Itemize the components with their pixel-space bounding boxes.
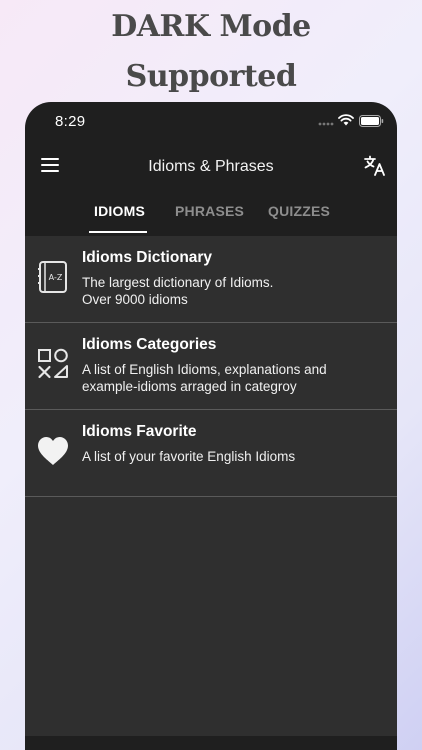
item-description-line-2: Over 9000 idioms: [82, 292, 188, 307]
promo-headline: DARK Mode Supported: [0, 0, 422, 102]
item-description-line-2: example-idioms arraged in categroy: [82, 379, 297, 394]
promo-line-2: Supported: [125, 59, 297, 94]
battery-icon: [359, 115, 384, 127]
active-tab-indicator: [89, 231, 147, 233]
item-description-line-1: A list of your favorite English Idioms: [82, 449, 296, 464]
promo-line-1: DARK Mode: [111, 9, 311, 44]
list-item-dictionary[interactable]: A-Z Idioms Dictionary The largest dictio…: [25, 236, 397, 323]
item-description: A list of your favorite English Idioms: [82, 448, 385, 465]
tab-quizzes[interactable]: QUIZZES: [268, 203, 330, 219]
item-title: Idioms Dictionary: [82, 249, 213, 266]
phone-screen: 8:29 Idioms & Phrases IDIOMS PHRASES QUI…: [25, 102, 397, 750]
translate-icon[interactable]: [364, 155, 386, 177]
svg-text:A-Z: A-Z: [49, 273, 63, 282]
list-item-favorite[interactable]: Idioms Favorite A list of your favorite …: [25, 410, 397, 497]
tab-phrases[interactable]: PHRASES: [175, 203, 244, 219]
status-time: 8:29: [55, 113, 86, 130]
list-item-categories[interactable]: Idioms Categories A list of English Idio…: [25, 323, 397, 410]
item-description-line-1: A list of English Idioms, explanations a…: [82, 362, 327, 377]
tab-idioms[interactable]: IDIOMS: [94, 203, 145, 219]
navigation-bar: Idioms & Phrases: [25, 140, 397, 198]
tab-bar: IDIOMS PHRASES QUIZZES: [25, 198, 397, 236]
wifi-icon: [338, 114, 354, 126]
dictionary-icon: A-Z: [38, 261, 67, 293]
categories-icon: [38, 348, 68, 379]
menu-list: A-Z Idioms Dictionary The largest dictio…: [25, 236, 397, 736]
signal-icon: [318, 122, 334, 126]
item-description: A list of English Idioms, explanations a…: [82, 361, 385, 395]
heart-icon: [38, 437, 68, 465]
status-bar: 8:29: [25, 102, 397, 140]
item-title: Idioms Favorite: [82, 423, 197, 440]
item-title: Idioms Categories: [82, 336, 217, 353]
item-description-line-1: The largest dictionary of Idioms.: [82, 275, 274, 290]
page-title: Idioms & Phrases: [148, 158, 274, 175]
item-description: The largest dictionary of Idioms. Over 9…: [82, 274, 385, 308]
